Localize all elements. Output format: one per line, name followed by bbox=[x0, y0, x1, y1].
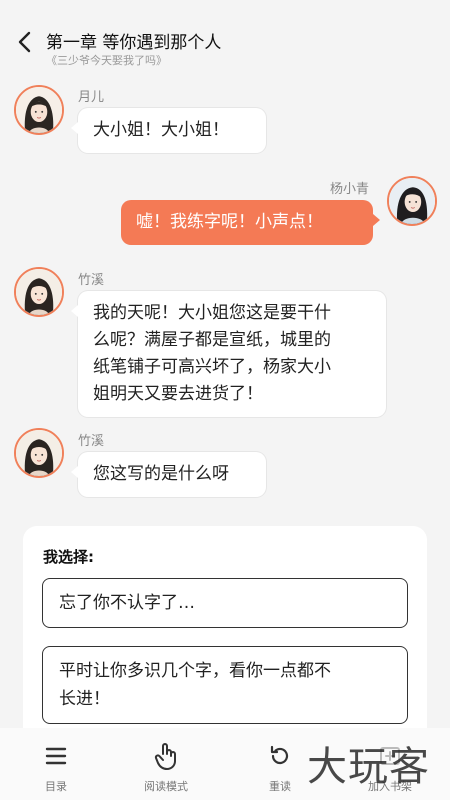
menu-icon bbox=[45, 747, 67, 765]
avatar-zhuxi[interactable] bbox=[14, 267, 64, 317]
choice-option-1[interactable]: 忘了你不认字了… bbox=[42, 578, 408, 628]
message-line: 纸笔铺子可高兴坏了，杨家大小 bbox=[93, 357, 331, 377]
tap-hand-icon bbox=[154, 743, 176, 770]
speaker-name: 杨小青 bbox=[330, 182, 370, 197]
toolbar-label: 阅读模式 bbox=[144, 780, 188, 793]
message-bubble: 我的天呢！大小姐您这是要干什 么呢？满屋子都是宣纸，城里的 纸笔铺子可高兴坏了，… bbox=[71, 291, 386, 417]
character-portrait-icon bbox=[16, 430, 62, 476]
avatar-yueer[interactable] bbox=[14, 85, 64, 135]
choice-option-2[interactable]: 平时让你多识几个字，看你一点都不 长进！ bbox=[42, 646, 408, 724]
message-line: 姐明天又要去进货了！ bbox=[93, 384, 263, 404]
toolbar-label: 目录 bbox=[45, 780, 67, 793]
choice-line: 平时让你多识几个字，看你一点都不 bbox=[59, 661, 331, 681]
book-title: 《三少爷今天娶我了吗》 bbox=[46, 54, 167, 67]
message-line: 我的天呢！大小姐您这是要干什 bbox=[93, 303, 331, 323]
choice-panel: 我选择: 忘了你不认字了… 平时让你多识几个字，看你一点都不 长进！ bbox=[23, 526, 427, 746]
message-line: 么呢？满屋子都是宣纸，城里的 bbox=[93, 330, 331, 350]
message-bubble: 大小姐！大小姐！ bbox=[71, 108, 266, 153]
replay-icon bbox=[270, 745, 289, 765]
chevron-left-icon bbox=[18, 31, 31, 53]
choice-line: 长进！ bbox=[59, 689, 110, 709]
character-portrait-icon bbox=[389, 178, 435, 224]
message-bubble: 嘘！我练字呢！小声点！ bbox=[121, 200, 380, 245]
speaker-name: 竹溪 bbox=[78, 434, 105, 449]
choice-line: 忘了你不认字了… bbox=[59, 593, 195, 613]
character-portrait-icon bbox=[16, 269, 62, 315]
watermark-logo: 大玩客 bbox=[307, 744, 430, 790]
choice-heading: 我选择: bbox=[43, 548, 94, 566]
back-button[interactable] bbox=[14, 30, 38, 54]
message-bubble: 您这写的是什么呀 bbox=[71, 452, 266, 497]
avatar-zhuxi[interactable] bbox=[14, 428, 64, 478]
reading-mode-button[interactable]: 阅读模式 bbox=[126, 738, 206, 794]
chapter-title: 第一章 等你遇到那个人 bbox=[46, 33, 222, 53]
speaker-name: 月儿 bbox=[78, 90, 105, 105]
speaker-name: 竹溪 bbox=[78, 273, 105, 288]
toc-button[interactable]: 目录 bbox=[16, 738, 96, 794]
character-portrait-icon bbox=[16, 87, 62, 133]
avatar-yangxiaoqing[interactable] bbox=[387, 176, 437, 226]
chapter-header: 第一章 等你遇到那个人 《三少爷今天娶我了吗》 bbox=[0, 0, 450, 72]
